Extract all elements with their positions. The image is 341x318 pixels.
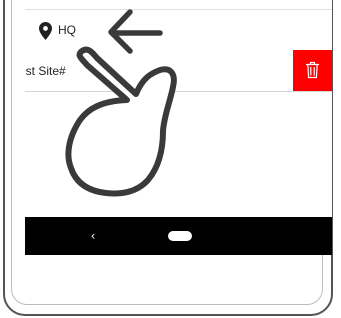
back-icon[interactable]: ‹	[85, 227, 101, 245]
location-row[interactable]: HQ	[25, 10, 332, 51]
delete-button[interactable]	[293, 50, 332, 91]
home-button[interactable]	[168, 231, 192, 241]
map-pin-icon	[39, 22, 52, 40]
location-name: HQ	[58, 23, 76, 37]
site-list-item[interactable]: est Site#	[25, 50, 332, 92]
trash-icon	[305, 61, 320, 79]
app-screen: HQ est Site# ‹	[25, 0, 332, 255]
system-nav-bar: ‹	[25, 217, 332, 255]
site-name: est Site#	[25, 64, 66, 78]
